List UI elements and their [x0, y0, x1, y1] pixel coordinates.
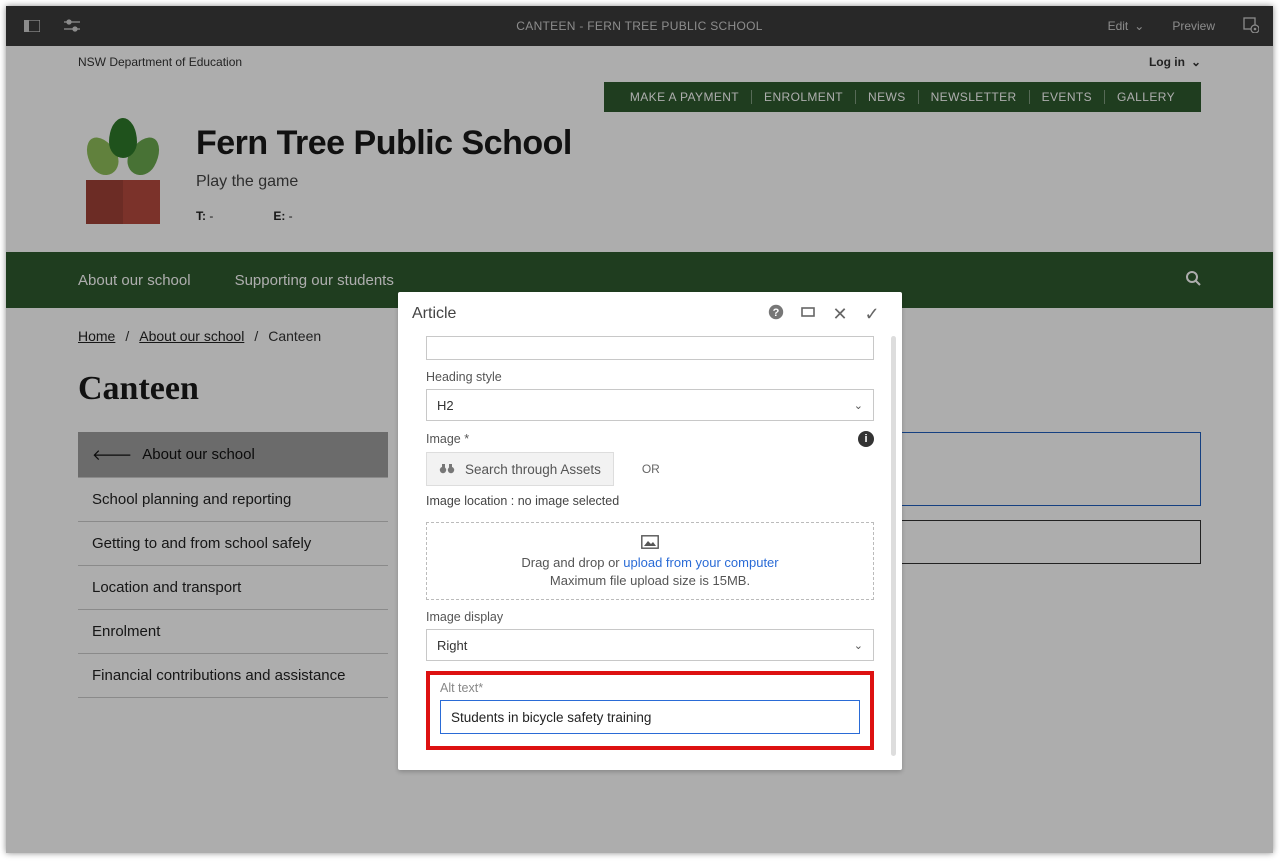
- login-link[interactable]: Log in ⌄: [1149, 55, 1201, 69]
- login-label: Log in: [1149, 55, 1185, 69]
- article-dialog: Article ? ✕ ✓ Heading style H2 ⌄ Image *…: [398, 292, 902, 770]
- image-placeholder-icon: [641, 535, 659, 552]
- fullscreen-icon[interactable]: [792, 305, 824, 324]
- chevron-down-icon: ⌄: [854, 399, 863, 412]
- crumb-current: Canteen: [268, 328, 321, 344]
- phone: T: -: [196, 209, 213, 223]
- preview-button[interactable]: Preview: [1172, 19, 1215, 33]
- image-display-select[interactable]: Right ⌄: [426, 629, 874, 661]
- heading-style-select[interactable]: H2 ⌄: [426, 389, 874, 421]
- chevron-down-icon: ⌄: [1134, 19, 1144, 33]
- or-label: OR: [642, 462, 660, 476]
- help-icon[interactable]: ?: [760, 304, 792, 325]
- binoculars-icon: [439, 462, 455, 477]
- upload-link[interactable]: upload from your computer: [623, 555, 778, 570]
- sliders-icon[interactable]: [60, 14, 84, 38]
- page-settings-icon[interactable]: [1243, 17, 1259, 36]
- crumb-home[interactable]: Home: [78, 328, 115, 344]
- school-tagline: Play the game: [196, 173, 572, 191]
- search-assets-label: Search through Assets: [465, 462, 601, 477]
- nav-item[interactable]: About our school: [78, 272, 191, 289]
- search-icon[interactable]: [1185, 270, 1201, 291]
- quick-link[interactable]: GALLERY: [1105, 90, 1187, 104]
- drop-sub: Maximum file upload size is 15MB.: [550, 573, 750, 588]
- quick-link[interactable]: NEWS: [856, 90, 919, 104]
- school-name: Fern Tree Public School: [196, 124, 572, 163]
- nav-item[interactable]: Supporting our students: [235, 272, 394, 289]
- email: E: -: [273, 209, 292, 223]
- alt-text-input[interactable]: [440, 700, 860, 734]
- side-nav: 🡐 About our school School planning and r…: [78, 432, 388, 698]
- chevron-down-icon: ⌄: [1191, 55, 1201, 69]
- confirm-icon[interactable]: ✓: [856, 304, 888, 325]
- quick-link[interactable]: ENROLMENT: [752, 90, 856, 104]
- alt-text-highlight: Alt text*: [426, 671, 874, 750]
- side-nav-back[interactable]: 🡐 About our school: [78, 432, 388, 478]
- dialog-title: Article: [412, 305, 456, 323]
- department-label: NSW Department of Education: [78, 55, 242, 69]
- quick-link[interactable]: EVENTS: [1030, 90, 1105, 104]
- close-icon[interactable]: ✕: [824, 304, 856, 325]
- alt-text-label: Alt text*: [440, 681, 860, 695]
- side-nav-label: About our school: [142, 446, 255, 463]
- select-value: Right: [437, 638, 467, 653]
- drop-text: Drag and drop or: [521, 555, 623, 570]
- quick-link[interactable]: MAKE A PAYMENT: [618, 90, 752, 104]
- image-dropzone[interactable]: Drag and drop or upload from your comput…: [426, 522, 874, 600]
- edit-mode-dropdown[interactable]: Edit ⌄: [1108, 19, 1145, 33]
- heading-style-label: Heading style: [426, 370, 874, 384]
- chevron-down-icon: ⌄: [854, 639, 863, 652]
- image-display-label: Image display: [426, 610, 874, 624]
- svg-text:?: ?: [773, 307, 780, 319]
- side-nav-item[interactable]: Financial contributions and assistance: [78, 654, 388, 698]
- image-location-text: Image location : no image selected: [426, 494, 874, 508]
- school-logo: [78, 118, 168, 228]
- panel-toggle-icon[interactable]: [20, 14, 44, 38]
- side-nav-item[interactable]: Getting to and from school safely: [78, 522, 388, 566]
- crumb-section[interactable]: About our school: [139, 328, 244, 344]
- search-assets-button[interactable]: Search through Assets: [426, 452, 614, 486]
- edit-label: Edit: [1108, 19, 1129, 33]
- select-value: H2: [437, 398, 454, 413]
- quick-link[interactable]: NEWSLETTER: [919, 90, 1030, 104]
- side-nav-item[interactable]: School planning and reporting: [78, 478, 388, 522]
- title-input[interactable]: [426, 336, 874, 360]
- quick-links-bar: MAKE A PAYMENT ENROLMENT NEWS NEWSLETTER…: [604, 82, 1201, 112]
- cms-page-title: CANTEEN - FERN TREE PUBLIC SCHOOL: [6, 19, 1273, 33]
- side-nav-item[interactable]: Enrolment: [78, 610, 388, 654]
- info-icon[interactable]: i: [858, 431, 874, 447]
- arrow-left-icon: 🡐: [92, 445, 132, 464]
- image-label: Image *: [426, 432, 469, 446]
- side-nav-item[interactable]: Location and transport: [78, 566, 388, 610]
